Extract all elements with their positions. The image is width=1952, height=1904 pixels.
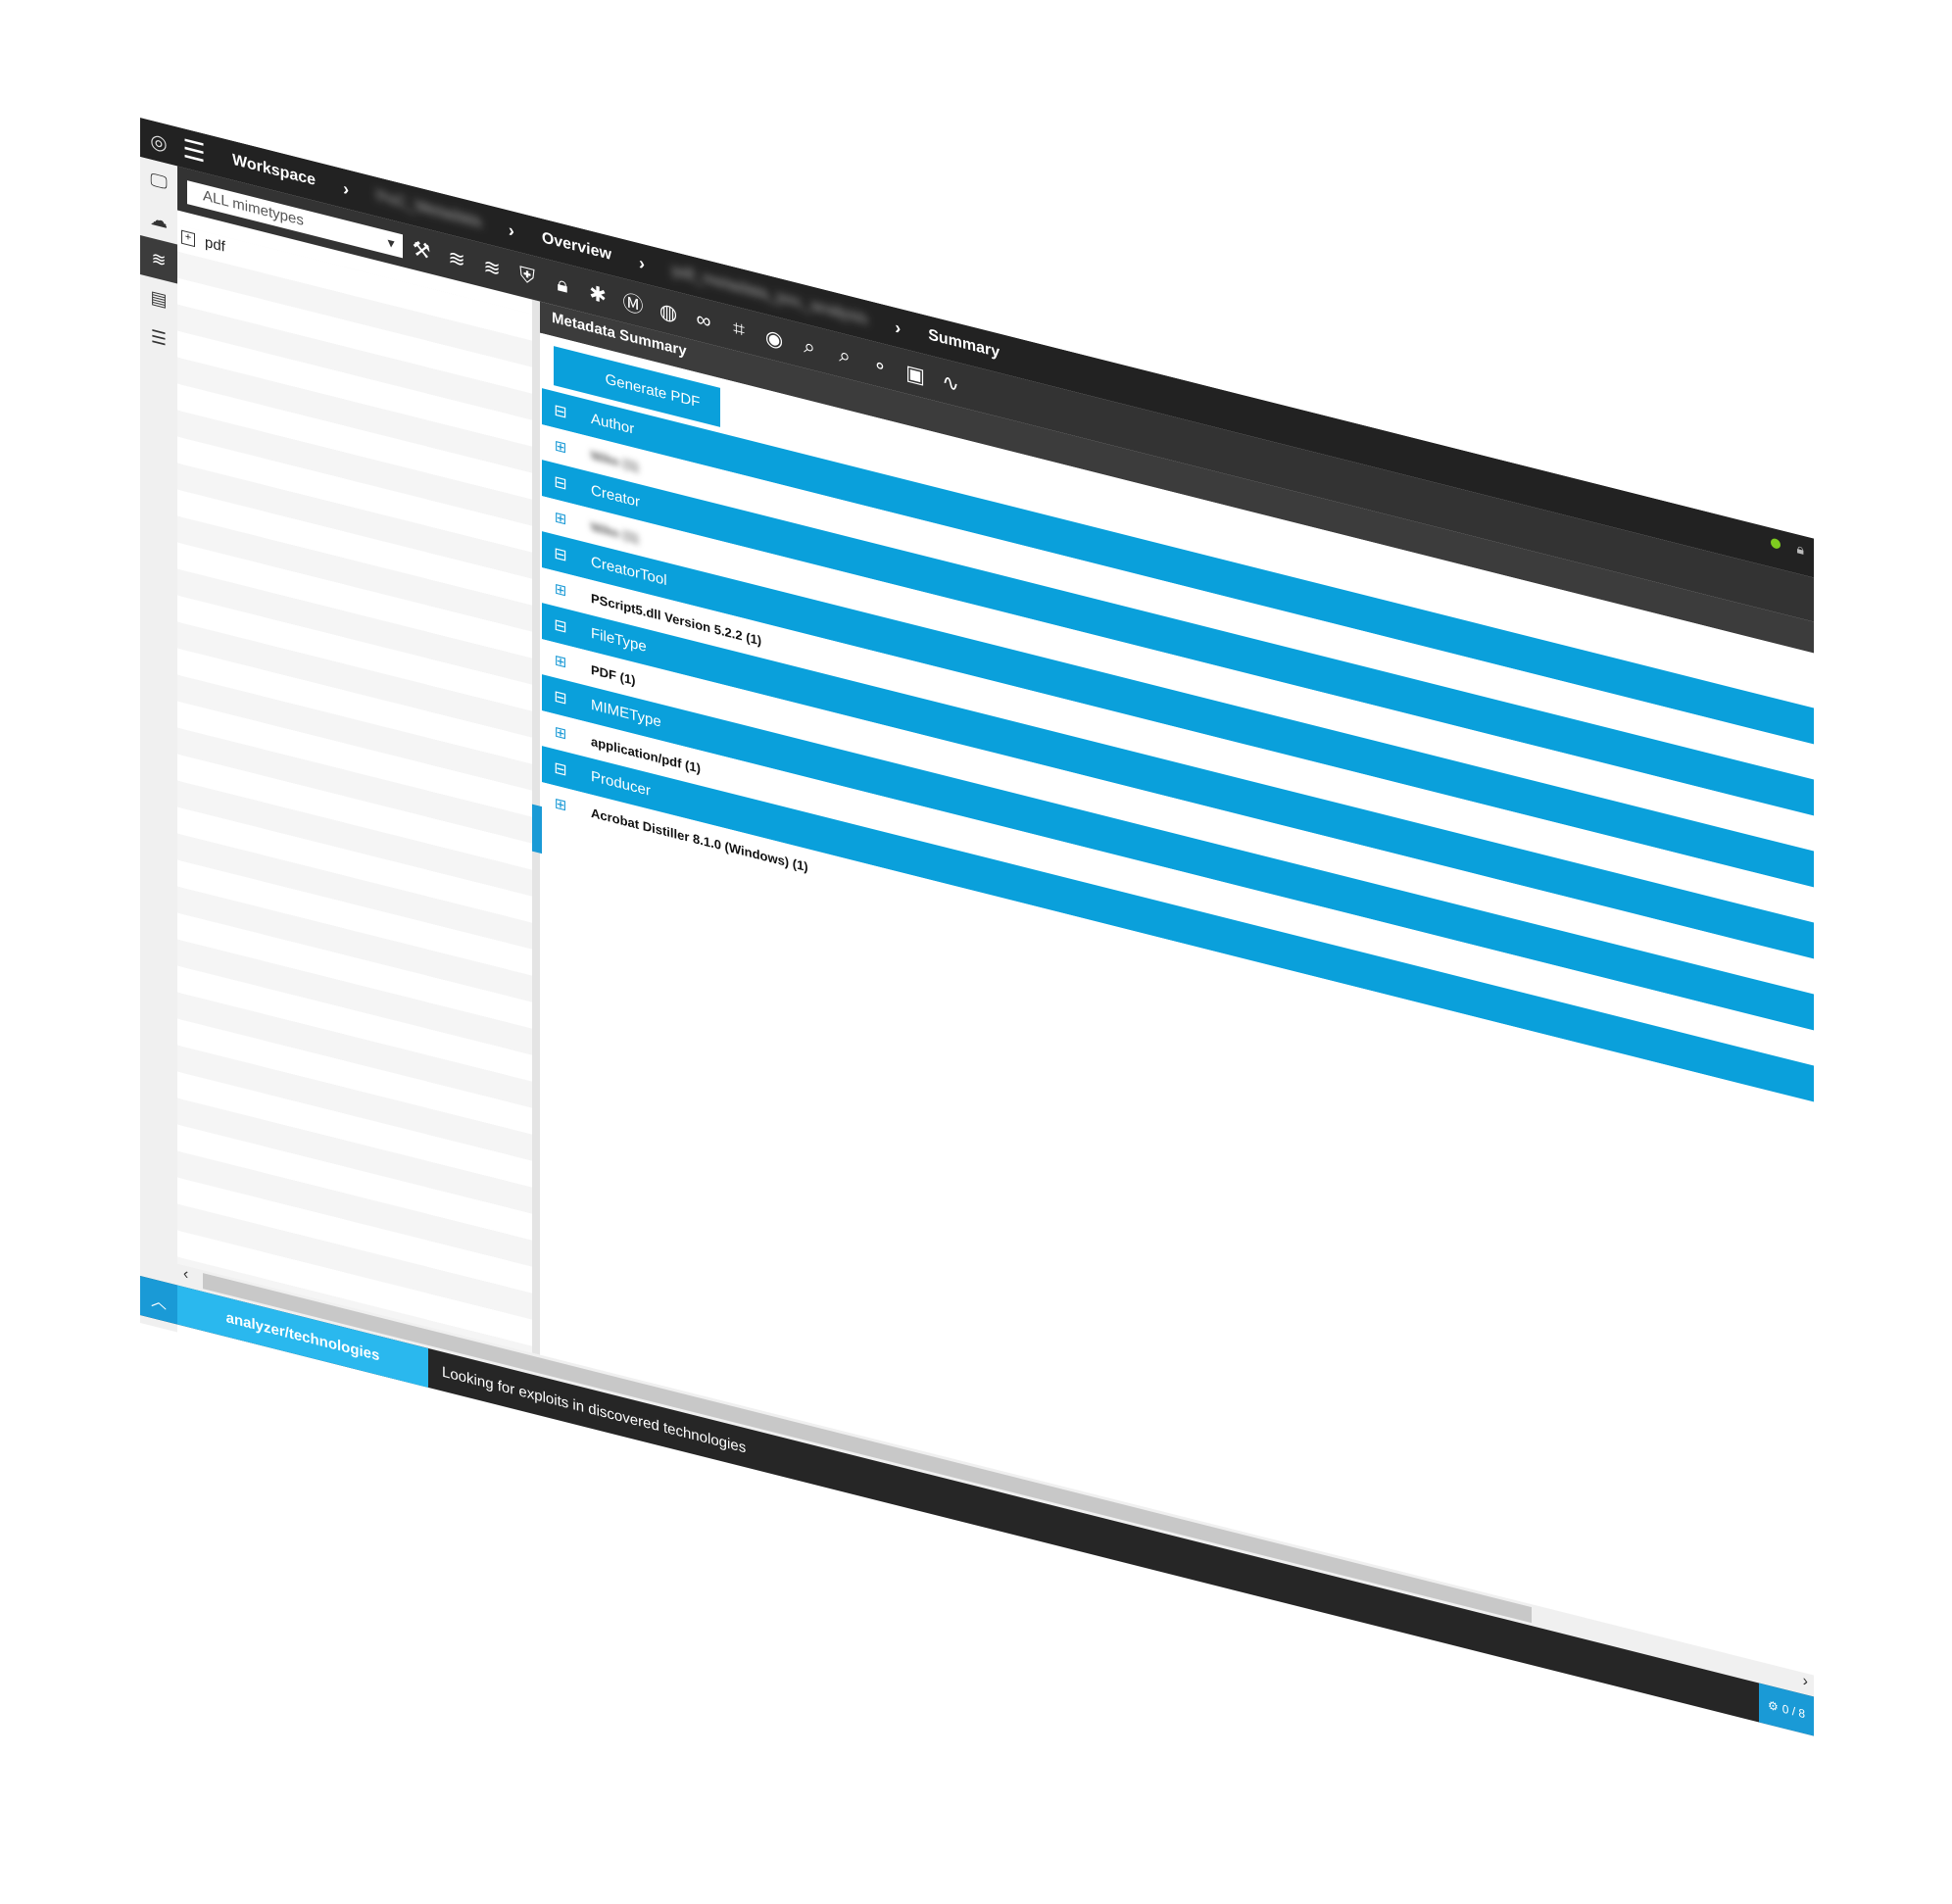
layers-icon[interactable]: ≋ [442,240,471,277]
breadcrumb-separator-icon: › [343,177,350,200]
tree-item-label: pdf [205,233,225,256]
binoculars-icon[interactable]: ∞ [689,303,718,340]
layers-icon[interactable]: ≋ [477,250,507,287]
gear-icon: ⚙ [1767,1697,1779,1715]
scroll-left-icon[interactable]: ‹ [183,1265,188,1284]
collapse-icon[interactable]: ⊟ [542,611,579,641]
left-rail: 🖵 ☁ ≋ ▤ ☰ [140,157,177,1333]
collapse-icon[interactable]: ⊟ [542,540,579,569]
expand-icon[interactable]: + [181,229,195,247]
metadata-value: Mike (1) [591,518,639,546]
search-icon[interactable]: ⌕ [795,329,824,366]
metasploit-icon[interactable]: Ⓜ [618,285,648,322]
metadata-group-name: Author [591,410,635,438]
stage: ◎ ☰ Workspace › PoC_Metadata › Overview › pdf_… [0,0,1952,1904]
inbox-icon[interactable]: ▣ [901,356,930,393]
link-icon[interactable]: ∘ [865,347,895,384]
collapse-icon[interactable]: ⊟ [542,468,579,498]
connection-status-icon [1771,537,1781,551]
app-window: ◎ ☰ Workspace › PoC_Metadata › Overview › pdf_… [140,118,1814,1783]
expand-icon[interactable]: ⊞ [542,505,579,532]
expand-icon[interactable]: ⊞ [542,433,579,461]
pulse-icon[interactable]: ∿ [936,365,965,402]
expand-icon[interactable]: ⊞ [542,719,579,747]
tree-panel: ALL mimetypes ▼ + pdf [177,180,532,1353]
metadata-value: Mike (1) [591,447,639,474]
search-icon[interactable]: ⌕ [830,338,859,375]
globe-icon[interactable]: ◍ [654,294,683,331]
expand-icon[interactable]: ⊞ [542,791,579,818]
breadcrumb-separator-icon: › [508,220,514,241]
shield-icon[interactable]: ⛨ [512,259,542,296]
collapse-icon[interactable]: ⊟ [542,397,579,426]
scroll-right-icon[interactable]: › [1803,1673,1808,1691]
bug-icon[interactable]: ✱ [583,276,612,314]
lock-icon[interactable]: 🔒︎ [548,268,577,305]
breadcrumb-separator-icon: › [638,252,645,274]
lock-icon[interactable]: 🔒︎ [1797,540,1804,559]
hammer-icon[interactable]: ⚒ [407,231,436,269]
expand-icon[interactable]: ⊞ [542,648,579,675]
tree-item[interactable]: + pdf [181,228,225,256]
breadcrumb-separator-icon: › [895,317,902,338]
collapse-icon[interactable]: ⊟ [542,683,579,712]
splitter-handle[interactable] [532,804,542,854]
metadata-value: PDF (1) [591,661,636,688]
expand-icon[interactable]: ⊞ [542,576,579,604]
metadata-group-name: Creator [591,481,641,512]
dns-icon[interactable]: ◉ [759,320,789,358]
collapse-icon[interactable]: ⊟ [542,755,579,784]
chevron-down-icon: ▼ [385,234,397,252]
checklist-icon[interactable]: ☰ [140,314,177,363]
task-count: 0 / 8 [1781,1701,1806,1722]
crop-icon[interactable]: ⌗ [724,312,754,349]
